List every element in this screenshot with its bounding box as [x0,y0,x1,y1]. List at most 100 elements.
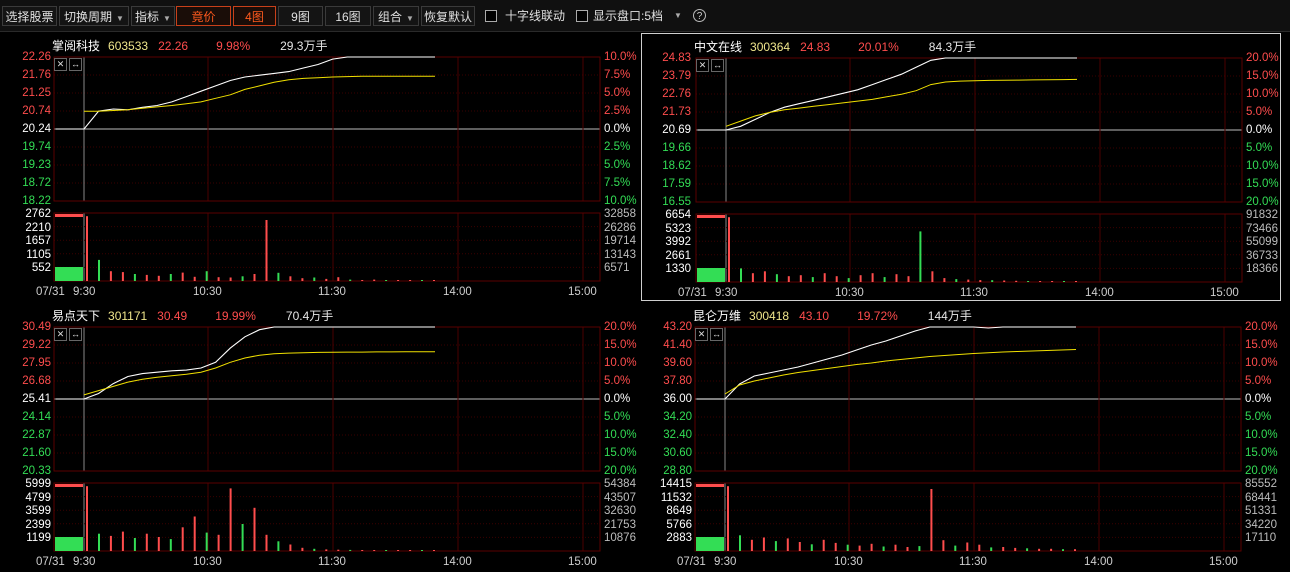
volume-bar [98,533,100,551]
time-axis-label: 9:30 [73,286,96,298]
price-axis-label: 30.49 [22,321,51,333]
help-icon[interactable]: ? [693,9,706,22]
depth-dropdown-chevron-icon[interactable]: ▼ [674,6,682,26]
volume-axis-label: 5323 [665,222,691,235]
select-stock-button[interactable]: 选择股票 [2,6,57,26]
combo-dropdown[interactable]: 组合 ▼ [373,6,419,26]
show-depth-checkbox[interactable] [576,10,588,22]
percent-axis-label: 15.0% [1246,70,1279,82]
volume-bar [1003,280,1006,282]
volume-bar [361,280,364,281]
date-label: 07/31 [36,556,65,568]
volume-bar [1014,547,1017,551]
combo-label: 组合 [378,10,403,24]
chevron-down-icon: ▼ [116,14,124,23]
percent-axis-label: 5.0% [1246,106,1273,118]
toolbar: 选择股票 切换周期 ▼ 指标 ▼ 竟价 4图 9图 16图 组合 ▼ 恢复默认 十字线… [0,0,1290,32]
stock-code: 603533 [108,39,149,53]
price-axis-label: 37.80 [663,375,692,387]
resize-horizontal-icon[interactable]: ↔ [69,328,82,341]
restore-default-button[interactable]: 恢复默认 [421,6,475,26]
volume-bar [834,542,837,551]
resize-horizontal-icon[interactable]: ↔ [711,59,724,72]
crosshair-sync-checkbox[interactable] [485,10,497,22]
volume-bar [1074,549,1076,551]
price-axis-label: 20.24 [22,123,51,135]
grid-16-button[interactable]: 16图 [325,6,371,26]
stock-panel-3[interactable]: 易点天下 301171 30.49 19.99% 70.4万手 ✕ ↔ 30.49 29.22 2… [0,303,640,571]
percent-axis-label: 0.0% [1246,124,1273,136]
volume-bar [858,545,861,551]
percent-axis-label: 10.0% [604,195,637,207]
volume-bar [943,278,946,282]
stock-name: 昆仑万维 [693,309,742,323]
time-axis-label: 11:30 [959,556,987,568]
percent-axis-label: 2.5% [604,141,631,153]
price-axis-label: 18.22 [22,195,51,207]
volume-axis-label: 5766 [666,518,692,531]
volume-bar [301,547,304,551]
resize-horizontal-icon[interactable]: ↔ [710,328,723,341]
auction-volume-fill [55,537,83,551]
volume-right-axis-label: 19714 [604,235,636,248]
volume-bar [289,276,292,281]
last-price: 30.49 [157,309,188,323]
grid-4-button[interactable]: 4图 [233,6,276,26]
percent-axis-label: 2.5% [604,105,631,117]
volume-bar [787,276,790,282]
volume-bar [205,532,208,551]
time-axis-label: 15:00 [1210,287,1239,299]
volume-total: 84.3万手 [928,40,977,54]
volume-bar [859,275,862,282]
volume-bar [907,276,910,282]
change-percent: 20.01% [858,40,899,54]
close-icon[interactable]: ✕ [54,58,67,71]
volume-bar [109,271,112,281]
close-icon[interactable]: ✕ [54,328,67,341]
help-label: ? [696,11,703,22]
chevron-down-icon: ▼ [163,14,171,23]
volume-bar [145,533,148,551]
last-price: 43.10 [799,309,830,323]
price-axis-label: 32.40 [663,429,692,441]
percent-axis-label: 0.0% [1245,393,1272,405]
indicator-dropdown[interactable]: 指标 ▼ [131,6,175,26]
volume-right-axis-label: 32630 [604,505,636,518]
stock-panel-4[interactable]: 昆仑万维 300418 43.10 19.72% 144万手 ✕ ↔ 43.20 41.40 39… [641,303,1281,571]
price-axis-label: 34.20 [663,411,692,423]
volume-bar [181,272,184,281]
volume-bar [979,280,982,282]
percent-axis-label: 15.0% [604,447,637,459]
auction-button[interactable]: 竟价 [176,6,231,26]
volume-bar [337,277,340,281]
stock-panel-1[interactable]: 掌阅科技 603533 22.26 9.98% 29.3万手 ✕ ↔ 22.26 21.76 21… [0,33,640,301]
switch-period-dropdown[interactable]: 切换周期 ▼ [59,6,129,26]
resize-horizontal-icon[interactable]: ↔ [69,58,82,71]
close-icon[interactable]: ✕ [696,59,709,72]
volume-right-axis-label: 54384 [604,478,636,490]
volume-right-axis-label: 43507 [604,491,636,504]
volume-bar [762,537,765,551]
stock-panel-2[interactable]: 中文在线 300364 24.83 20.01% 84.3万手 ✕ ↔ 24.83 23.79 2… [641,33,1281,301]
volume-bar [265,220,268,281]
volume-bar [217,534,220,551]
percent-axis-label: 5.0% [1246,142,1273,154]
volume-bar [109,535,112,551]
volume-bar [835,276,838,282]
volume-bar [169,539,172,551]
chart-svg [694,326,1242,552]
volume-bar [1015,280,1018,282]
volume-bar [906,547,909,551]
volume-chart-frame [694,482,1242,552]
volume-bar [1063,281,1065,282]
close-icon[interactable]: ✕ [695,328,708,341]
chart-svg [53,326,601,552]
volume-bar [930,489,933,551]
percent-axis-label: 7.5% [604,69,631,81]
volume-bar [774,541,777,551]
volume-bar [1050,548,1053,551]
volume-bar [798,542,801,551]
percent-axis-label: 10.0% [1245,357,1278,369]
grid-9-button[interactable]: 9图 [278,6,323,26]
volume-bar [373,550,376,551]
